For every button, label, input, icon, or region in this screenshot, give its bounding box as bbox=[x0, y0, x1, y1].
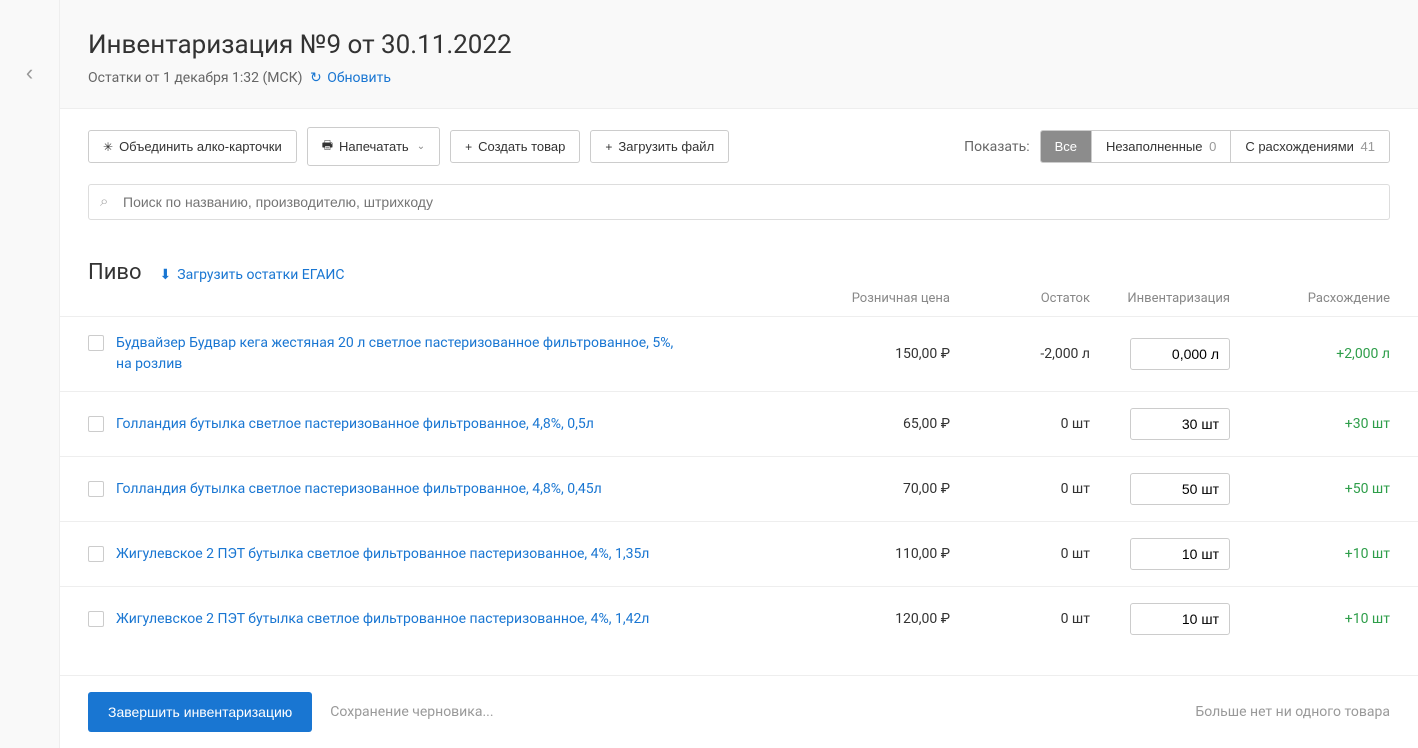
load-egais-link[interactable]: ⬇ Загрузить остатки ЕГАИС bbox=[160, 267, 345, 283]
row-checkbox[interactable] bbox=[88, 611, 104, 627]
filter-label: Показать: bbox=[964, 139, 1030, 155]
price-cell: 150,00 bbox=[810, 346, 950, 362]
inventory-input[interactable] bbox=[1130, 408, 1230, 440]
search-input[interactable] bbox=[88, 184, 1390, 220]
row-checkbox[interactable] bbox=[88, 481, 104, 497]
diff-cell: +10 шт bbox=[1230, 546, 1390, 562]
chevron-left-icon: ‹ bbox=[26, 60, 33, 85]
diff-cell: +10 шт bbox=[1230, 611, 1390, 627]
no-more-products-hint: Больше нет ни одного товара bbox=[1195, 704, 1390, 720]
merge-icon: ✳ bbox=[103, 140, 113, 154]
table-row: Голландия бутылка светлое пастеризованно… bbox=[60, 391, 1418, 456]
filter-discrepancies-button[interactable]: С расхождениями 41 bbox=[1231, 131, 1389, 162]
merge-cards-button[interactable]: ✳ Объединить алко-карточки bbox=[88, 130, 297, 163]
merge-label: Объединить алко-карточки bbox=[119, 139, 282, 154]
table-row: Жигулевское 2 ПЭТ бутылка светлое фильтр… bbox=[60, 521, 1418, 586]
print-button[interactable]: 🖶 Напечатать ⌄ bbox=[307, 127, 440, 166]
diff-cell: +30 шт bbox=[1230, 416, 1390, 432]
page-title: Инвентаризация №9 от 30.11.2022 bbox=[88, 30, 1390, 60]
plus-icon: + bbox=[605, 140, 612, 154]
complete-inventory-button[interactable]: Завершить инвентаризацию bbox=[88, 692, 312, 732]
create-product-button[interactable]: + Создать товар bbox=[450, 130, 580, 163]
print-label: Напечатать bbox=[339, 139, 409, 154]
load-egais-label: Загрузить остатки ЕГАИС bbox=[177, 267, 344, 283]
toolbar: ✳ Объединить алко-карточки 🖶 Напечатать … bbox=[60, 109, 1418, 184]
stock-cell: 0 шт bbox=[950, 611, 1090, 627]
unfilled-count: 0 bbox=[1209, 139, 1216, 154]
price-cell: 65,00 bbox=[810, 416, 950, 432]
product-link[interactable]: Жигулевское 2 ПЭТ бутылка светлое фильтр… bbox=[116, 609, 649, 630]
page-header: Инвентаризация №9 от 30.11.2022 Остатки … bbox=[60, 0, 1418, 109]
refresh-link[interactable]: ↻ Обновить bbox=[310, 70, 391, 86]
row-checkbox[interactable] bbox=[88, 416, 104, 432]
row-checkbox[interactable] bbox=[88, 546, 104, 562]
chevron-down-icon: ⌄ bbox=[417, 141, 425, 152]
filter-segmented: Все Незаполненные 0 С расхождениями 41 bbox=[1040, 130, 1390, 163]
refresh-icon: ↻ bbox=[310, 70, 322, 86]
filter-unfilled-button[interactable]: Незаполненные 0 bbox=[1092, 131, 1231, 162]
diff-cell: +2,000 л bbox=[1230, 346, 1390, 362]
upload-file-button[interactable]: + Загрузить файл bbox=[590, 130, 729, 163]
upload-file-label: Загрузить файл bbox=[618, 139, 714, 154]
download-icon: ⬇ bbox=[160, 267, 172, 283]
save-draft-hint: Сохранение черновика... bbox=[330, 704, 493, 720]
create-product-label: Создать товар bbox=[478, 139, 565, 154]
back-button[interactable]: ‹ bbox=[26, 60, 33, 86]
column-headers: Розничная цена Остаток Инвентаризация Ра… bbox=[60, 291, 1418, 316]
stock-cell: 0 шт bbox=[950, 416, 1090, 432]
price-cell: 110,00 bbox=[810, 546, 950, 562]
table-row: Будвайзер Будвар кега жестяная 20 л свет… bbox=[60, 316, 1418, 391]
inventory-input[interactable] bbox=[1130, 473, 1230, 505]
footer-bar: Завершить инвентаризацию Сохранение черн… bbox=[60, 675, 1418, 748]
refresh-label: Обновить bbox=[327, 70, 391, 86]
section-header: Пиво ⬇ Загрузить остатки ЕГАИС bbox=[60, 234, 1418, 291]
col-diff: Расхождение bbox=[1230, 291, 1390, 306]
table-row: Жигулевское 2 ПЭТ бутылка светлое фильтр… bbox=[60, 586, 1418, 651]
col-stock: Остаток bbox=[950, 291, 1090, 306]
inventory-input[interactable] bbox=[1130, 538, 1230, 570]
col-inventory: Инвентаризация bbox=[1090, 291, 1230, 306]
row-checkbox[interactable] bbox=[88, 335, 104, 351]
diff-cell: +50 шт bbox=[1230, 481, 1390, 497]
stock-timestamp-line: Остатки от 1 декабря 1:32 (МСК) ↻ Обнови… bbox=[88, 70, 1390, 86]
back-column: ‹ bbox=[0, 0, 60, 748]
table-row: Голландия бутылка светлое пастеризованно… bbox=[60, 456, 1418, 521]
inventory-input[interactable] bbox=[1130, 338, 1230, 370]
filter-all-button[interactable]: Все bbox=[1041, 131, 1092, 162]
stock-cell: -2,000 л bbox=[950, 346, 1090, 362]
discrepancies-count: 41 bbox=[1361, 139, 1375, 154]
stock-timestamp: Остатки от 1 декабря 1:32 (МСК) bbox=[88, 70, 303, 86]
print-icon: 🖶 bbox=[322, 136, 333, 157]
price-cell: 120,00 bbox=[810, 611, 950, 627]
plus-icon: + bbox=[465, 140, 472, 154]
stock-cell: 0 шт bbox=[950, 546, 1090, 562]
stock-cell: 0 шт bbox=[950, 481, 1090, 497]
col-price: Розничная цена bbox=[810, 291, 950, 306]
product-link[interactable]: Голландия бутылка светлое пастеризованно… bbox=[116, 414, 594, 435]
price-cell: 70,00 bbox=[810, 481, 950, 497]
filter-group: Показать: Все Незаполненные 0 С расхожде… bbox=[964, 130, 1390, 163]
inventory-input[interactable] bbox=[1130, 603, 1230, 635]
product-link[interactable]: Будвайзер Будвар кега жестяная 20 л свет… bbox=[116, 333, 676, 375]
section-title: Пиво bbox=[88, 260, 142, 285]
product-link[interactable]: Голландия бутылка светлое пастеризованно… bbox=[116, 479, 602, 500]
product-link[interactable]: Жигулевское 2 ПЭТ бутылка светлое фильтр… bbox=[116, 544, 649, 565]
search-row bbox=[60, 184, 1418, 234]
